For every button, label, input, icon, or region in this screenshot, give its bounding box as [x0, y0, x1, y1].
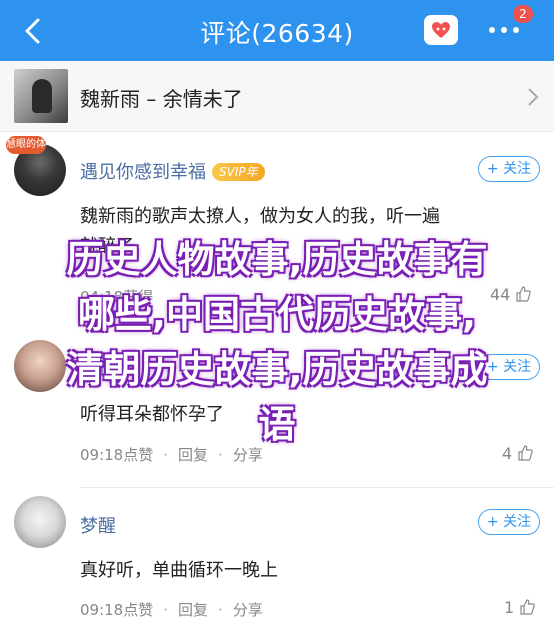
avatar-tag: 慧眼的体	[6, 136, 46, 154]
comment-item: 梦醒 + 关注 真好听，单曲循环一晚上 09:18点赞 · 回复 · 分享 1	[0, 488, 554, 635]
more-icon[interactable]	[486, 20, 526, 40]
song-title: 魏新雨 – 余情未了	[80, 87, 243, 111]
notification-badge: 2	[513, 5, 533, 23]
follow-button[interactable]: + 关注	[478, 509, 540, 535]
heart-icon	[432, 22, 450, 38]
like-link[interactable]: 点赞	[123, 599, 153, 620]
reply-link[interactable]: 回复	[178, 599, 208, 620]
username[interactable]: 梦醒	[80, 512, 116, 538]
like-count[interactable]: 1	[504, 598, 536, 617]
overlay-headline: 历史人物故事,历史故事有 哪些,中国古代历史故事, 清朝历史故事,历史故事成 语	[20, 232, 534, 452]
thumbs-up-icon	[520, 599, 536, 615]
follow-button[interactable]: + 关注	[478, 156, 540, 182]
comment-time: 09:18	[80, 601, 124, 619]
comment-meta: 09:18点赞 · 回复 · 分享	[80, 599, 263, 620]
svip-badge: SVIP年	[212, 163, 265, 181]
overlay-line: 历史人物故事,历史故事有	[66, 238, 488, 281]
song-bar[interactable]: 魏新雨 – 余情未了	[0, 61, 554, 132]
username[interactable]: 遇见你感到幸福 SVIP年	[80, 158, 265, 184]
overlay-line: 清朝历史故事,历史故事成	[66, 348, 488, 391]
chevron-right-icon[interactable]	[526, 86, 540, 108]
comment-text-line: 魏新雨的歌声太撩人，做为女人的我，听一遍	[80, 206, 440, 227]
like-song-button[interactable]	[424, 15, 458, 45]
share-link[interactable]: 分享	[233, 599, 263, 620]
top-bar: 评论(26634) 2	[0, 0, 554, 61]
page-title: 评论(26634)	[200, 19, 354, 48]
comment-text: 真好听，单曲循环一晚上	[80, 560, 278, 581]
avatar[interactable]	[14, 496, 66, 548]
song-cover	[14, 69, 68, 123]
like-count-text: 1	[504, 598, 515, 617]
overlay-line: 语	[258, 403, 296, 446]
username-text[interactable]: 遇见你感到幸福	[80, 162, 206, 183]
overlay-line: 哪些,中国古代历史故事,	[77, 293, 477, 336]
